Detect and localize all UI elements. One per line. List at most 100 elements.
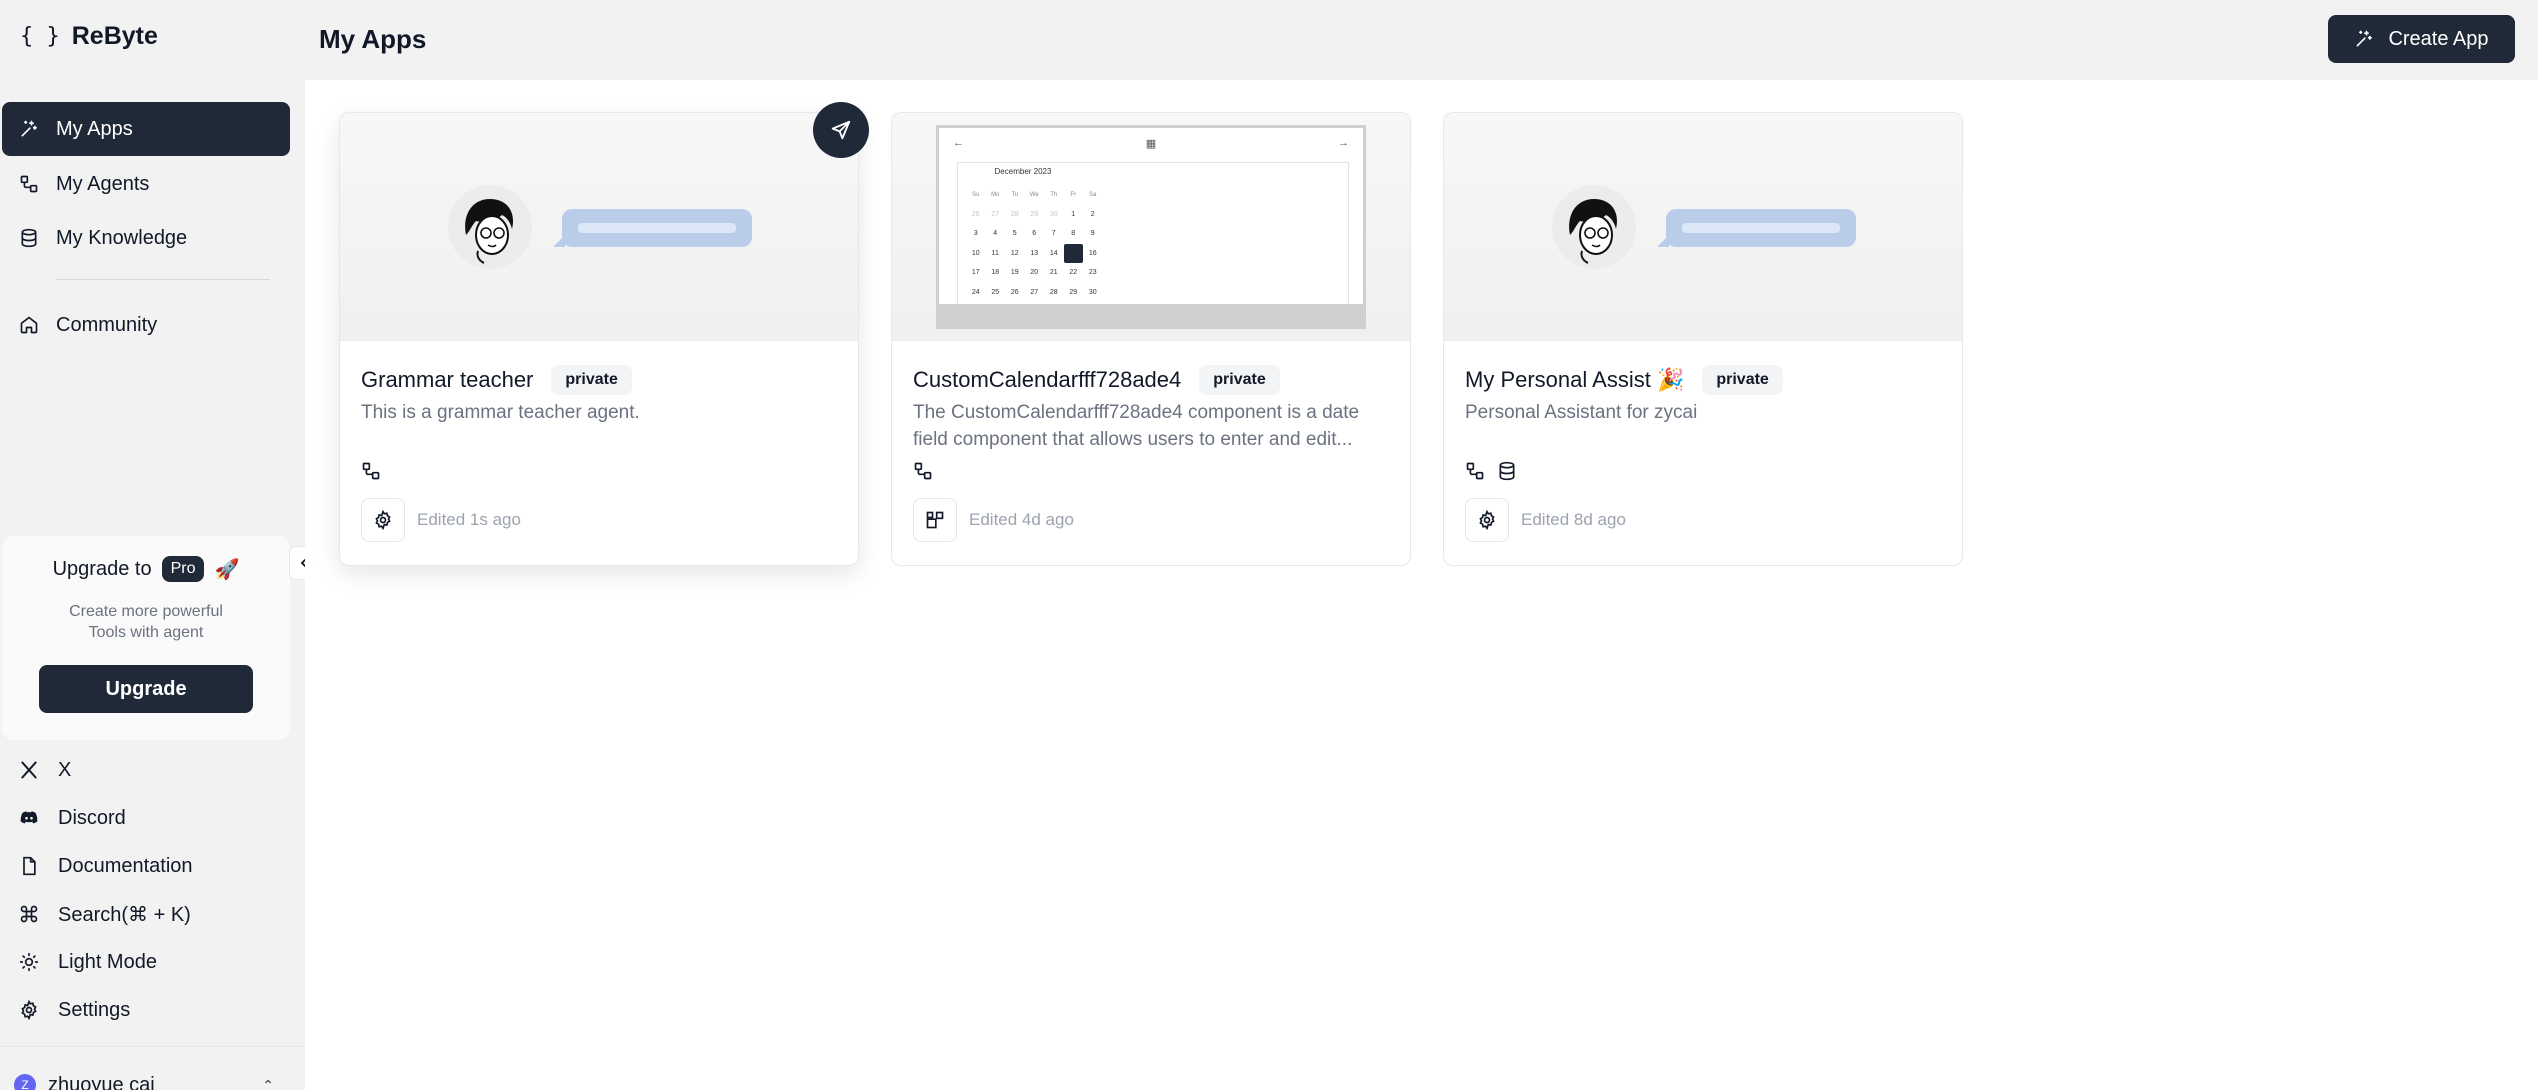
card-preview — [1444, 113, 1962, 341]
chat-bubble-illustration — [553, 209, 752, 247]
calendar-weekday: Sa — [1089, 191, 1097, 198]
gear-icon — [375, 510, 391, 530]
link-label: Search(⌘ + K) — [58, 903, 191, 926]
sidebar-item-community[interactable]: Community — [2, 298, 290, 352]
calendar-day: 28 — [1010, 210, 1019, 218]
database-icon — [18, 227, 40, 249]
calendar-weekday: Tu — [1011, 191, 1019, 198]
app-settings-button[interactable] — [1465, 498, 1509, 542]
app-card-grammar-teacher[interactable]: Grammar teacher private This is a gramma… — [339, 112, 859, 566]
link-label: X — [58, 758, 72, 781]
calendar-day: 4 — [993, 230, 998, 238]
upgrade-description: Create more powerful Tools with agent — [2, 601, 290, 643]
app-title: CustomCalendarfff728ade4 — [913, 367, 1182, 392]
calendar-day: 8 — [1071, 230, 1076, 238]
calendar-day: 22 — [1069, 269, 1078, 277]
calendar-day: 10 — [971, 249, 980, 257]
link-discord[interactable]: Discord — [18, 800, 126, 836]
app-widget-button[interactable] — [913, 498, 957, 542]
calendar-day: 27 — [991, 210, 1000, 218]
widget-icon — [926, 511, 944, 529]
calendar-day: 1 — [1071, 210, 1076, 218]
calendar-day: 14 — [1049, 249, 1058, 257]
arrow-right-icon: → — [1338, 137, 1349, 149]
calendar-weekday: Th — [1050, 191, 1058, 198]
calendar-day: 13 — [1030, 249, 1039, 257]
workflow-icon — [1466, 462, 1484, 480]
calendar-day: 27 — [1030, 288, 1039, 296]
upgrade-title: Upgrade to Pro 🚀 — [2, 556, 290, 582]
app-settings-button[interactable] — [361, 498, 405, 542]
calendar-day: 23 — [1088, 269, 1097, 277]
link-label: Documentation — [58, 854, 193, 877]
send-icon — [831, 120, 851, 140]
create-app-button[interactable]: Create App — [2328, 15, 2515, 63]
sparkles-icon — [2354, 29, 2374, 49]
visibility-tag: private — [1702, 365, 1783, 395]
chevron-up-down-icon: ⌃ — [262, 1076, 274, 1090]
calendar-month: December 2023 — [994, 167, 1052, 176]
sidebar-divider — [56, 279, 270, 280]
calendar-icon: ▦ — [1145, 137, 1157, 150]
avatar: Z — [14, 1074, 36, 1090]
link-light-mode[interactable]: Light Mode — [18, 944, 157, 980]
app-card-custom-calendar[interactable]: ← ▦ → December 2023 Su Mo Tu We Th Fr Sa 26 27 28… — [891, 112, 1411, 566]
calendar-day: 12 — [1010, 249, 1019, 257]
workflow-icon — [362, 462, 380, 480]
chat-bubble-illustration — [1657, 209, 1856, 247]
link-settings[interactable]: Settings — [18, 992, 130, 1028]
calendar-day: 25 — [991, 288, 1000, 296]
app-description: The CustomCalendarfff728ade4 component i… — [913, 402, 1360, 450]
edited-timestamp: Edited 8d ago — [1521, 510, 1626, 529]
send-button[interactable] — [813, 102, 869, 158]
arrow-left-icon: ← — [953, 137, 964, 149]
link-x[interactable]: X — [18, 752, 71, 788]
workflow-icon — [18, 173, 40, 195]
home-icon — [18, 314, 40, 336]
pro-badge: Pro — [161, 556, 205, 582]
sidebar-item-my-apps[interactable]: My Apps — [2, 102, 290, 156]
command-icon — [18, 903, 40, 925]
calendar-grid: Su Mo Tu We Th Fr Sa 26 27 28 29 30 1 2 3 4 5 6 7 8 9 10 11 12 1… — [966, 185, 1103, 322]
card-tools — [913, 461, 933, 481]
upgrade-title-text: Upgrade to — [52, 557, 152, 580]
calendar-day: 30 — [1049, 210, 1058, 218]
brand[interactable]: { } ReByte — [20, 22, 158, 51]
link-documentation[interactable]: Documentation — [18, 848, 193, 884]
x-logo-icon — [18, 759, 40, 781]
calendar-weekday: Mo — [991, 191, 1000, 198]
card-preview: ← ▦ → December 2023 Su Mo Tu We Th Fr Sa 26 27 28… — [892, 113, 1410, 341]
upgrade-card: Upgrade to Pro 🚀 Create more powerful To… — [2, 536, 290, 740]
gear-icon — [1479, 510, 1495, 530]
sidebar-item-my-agents[interactable]: My Agents — [2, 157, 290, 211]
calendar-day: 29 — [1030, 210, 1039, 218]
file-icon — [18, 855, 40, 877]
sidebar-item-my-knowledge[interactable]: My Knowledge — [2, 211, 290, 265]
calendar-day: 2 — [1090, 210, 1095, 218]
app-title: My Personal Assist 🎉 — [1465, 367, 1685, 392]
database-icon — [1499, 461, 1515, 481]
avatar-illustration — [448, 185, 532, 269]
link-label: Discord — [58, 806, 126, 829]
calendar-day: 5 — [1012, 230, 1017, 238]
user-menu[interactable]: Z zhuoyue cai ⌃ — [14, 1070, 274, 1090]
visibility-tag: private — [551, 365, 632, 395]
calendar-day: 6 — [1032, 230, 1037, 238]
sun-icon — [18, 951, 40, 973]
main-panel: Grammar teacher private This is a gramma… — [305, 80, 2538, 1090]
link-search[interactable]: Search(⌘ + K) — [18, 896, 191, 932]
sidebar: { } ReByte My Apps My Agents My Knowledg… — [0, 0, 305, 1090]
calendar-day: 16 — [1088, 249, 1097, 257]
app-description: This is a grammar teacher agent. — [361, 402, 640, 423]
upgrade-desc-line: Create more powerful — [69, 603, 223, 620]
sidebar-item-label: My Knowledge — [56, 226, 188, 249]
page-title: My Apps — [319, 24, 427, 54]
calendar-day: 9 — [1090, 230, 1095, 238]
app-description: Personal Assistant for zycai — [1465, 402, 1698, 423]
sidebar-bottom-divider — [0, 1046, 305, 1047]
calendar-weekday: We — [1029, 191, 1039, 198]
upgrade-button[interactable]: Upgrade — [39, 665, 253, 713]
app-card-personal-assist[interactable]: My Personal Assist 🎉 private Personal As… — [1443, 112, 1963, 566]
discord-icon — [18, 807, 40, 829]
user-name: zhuoyue cai — [48, 1073, 155, 1090]
